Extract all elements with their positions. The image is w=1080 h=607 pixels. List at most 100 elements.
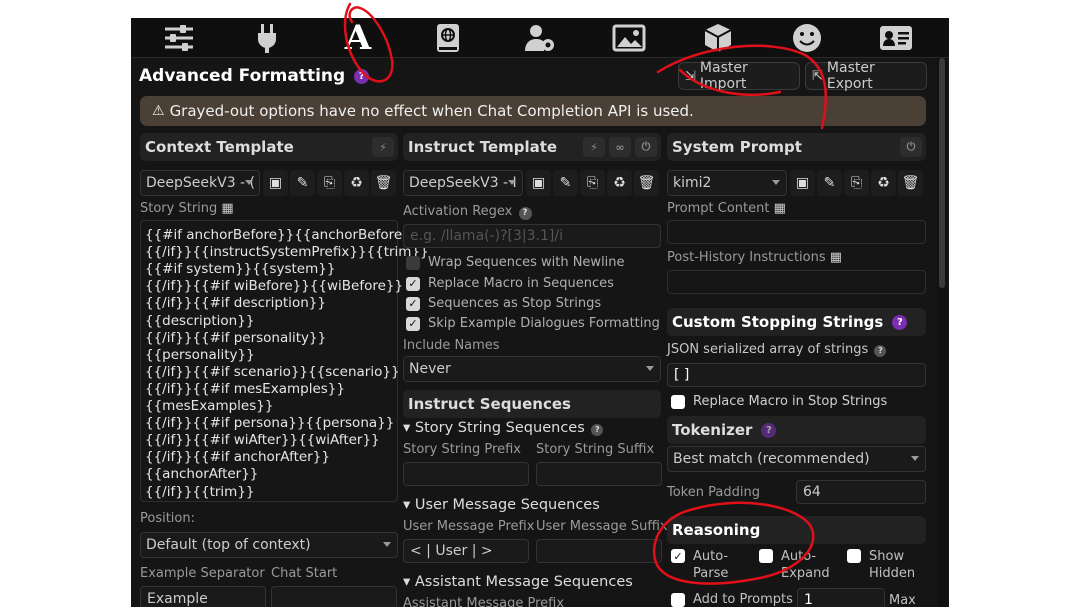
import-file-icon[interactable]: ⎘: [580, 170, 605, 196]
edit-icon[interactable]: ✎: [817, 170, 842, 196]
checkbox-label: Replace Macro in Sequences: [428, 276, 614, 291]
save-icon[interactable]: ▣: [790, 170, 815, 196]
token-padding-input[interactable]: 64: [796, 480, 926, 504]
recycle-icon[interactable]: ♻: [607, 170, 632, 196]
app-window: A Advanced Formatting ? ⇲ Master Import ⇱…: [131, 18, 949, 607]
show-hidden-checkbox[interactable]: Show Hidden: [847, 549, 915, 582]
help-icon[interactable]: ?: [761, 422, 777, 438]
activation-regex-input[interactable]: e.g. /llama(-)?[3|3.1]/i: [403, 224, 661, 248]
import-file-icon[interactable]: ⎘: [317, 170, 342, 196]
skip-examples-checkbox[interactable]: ✓ Skip Example Dialogues Formatting: [406, 316, 660, 331]
import-file-icon[interactable]: ⎘: [844, 170, 869, 196]
cube-icon[interactable]: [696, 20, 740, 56]
auto-parse-checkbox[interactable]: ✓ Auto- Parse: [671, 549, 728, 582]
checkbox-box[interactable]: [406, 255, 420, 270]
id-card-icon[interactable]: [874, 20, 918, 56]
checkbox-box[interactable]: [671, 394, 685, 409]
help-icon[interactable]: ?: [354, 68, 370, 84]
help-icon[interactable]: ?: [518, 206, 532, 220]
checkbox-box[interactable]: ✓: [406, 316, 420, 331]
save-icon[interactable]: ▣: [263, 170, 288, 196]
trash-icon[interactable]: 🗑: [371, 170, 396, 196]
checkbox-box[interactable]: [671, 592, 685, 607]
sequences-stop-checkbox[interactable]: ✓ Sequences as Stop Strings: [406, 296, 601, 311]
story-sequences-toggle[interactable]: ▾ Story String Sequences ?: [403, 420, 604, 436]
system-tools: ▣ ✎ ⎘ ♻ 🗑: [790, 170, 923, 196]
replace-macro-stop-checkbox[interactable]: Replace Macro in Stop Strings: [671, 394, 887, 409]
checkbox-box[interactable]: ✓: [406, 276, 420, 291]
checkbox-label: Wrap Sequences with Newline: [428, 255, 625, 270]
save-icon[interactable]: ▣: [526, 170, 551, 196]
replace-macro-checkbox[interactable]: ✓ Replace Macro in Sequences: [406, 276, 614, 291]
master-import-button[interactable]: ⇲ Master Import: [678, 60, 800, 92]
story-suffix-input[interactable]: [536, 462, 662, 486]
user-suffix-input[interactable]: [536, 539, 662, 563]
chat-start-input[interactable]: [271, 586, 397, 607]
story-string-line: {{/if}}{{#if scenario}}{{scenario}}: [145, 363, 400, 380]
text-format-icon[interactable]: A: [336, 18, 380, 58]
image-icon[interactable]: [607, 20, 651, 56]
plug-icon[interactable]: [245, 20, 289, 56]
user-gear-icon[interactable]: [518, 20, 562, 56]
stopping-strings-input[interactable]: [ ]: [667, 363, 926, 387]
scrollbar-thumb[interactable]: [939, 58, 945, 288]
reasoning-title: Reasoning: [672, 521, 761, 539]
checkbox-box[interactable]: [847, 549, 861, 563]
include-names-select[interactable]: Never: [403, 356, 661, 382]
add-to-prompts-checkbox[interactable]: Add to Prompts: [671, 592, 793, 607]
instruct-template-title: Instruct Template: [408, 138, 558, 156]
trash-icon[interactable]: 🗑: [898, 170, 923, 196]
warning-icon: ⚠: [152, 103, 165, 119]
assistant-sequences-toggle[interactable]: ▾ Assistant Message Sequences: [403, 574, 633, 590]
prompt-content-label: Prompt Content ▦: [667, 201, 786, 216]
trash-icon[interactable]: 🗑: [634, 170, 659, 196]
recycle-icon[interactable]: ♻: [871, 170, 896, 196]
tokenizer-select[interactable]: Best match (recommended): [667, 446, 926, 472]
activation-regex-label: Activation Regex ?: [403, 204, 532, 220]
tokenizer-title: Tokenizer: [672, 421, 753, 439]
edit-icon[interactable]: ✎: [290, 170, 315, 196]
bolt-icon[interactable]: ⚡: [583, 137, 605, 157]
help-icon[interactable]: ?: [892, 314, 908, 330]
power-icon[interactable]: ⏻: [635, 137, 657, 157]
expand-icon[interactable]: ▦: [774, 201, 786, 216]
user-prefix-input[interactable]: < | User | >: [403, 539, 529, 563]
context-preset-select[interactable]: DeepSeekV3 - (: [140, 170, 260, 196]
sliders-icon[interactable]: [157, 20, 201, 56]
expand-icon[interactable]: ▦: [221, 201, 233, 216]
position-select[interactable]: Default (top of context): [140, 532, 398, 558]
active-letter: A: [344, 18, 372, 58]
power-icon[interactable]: ⏻: [900, 137, 922, 157]
user-sequences-toggle[interactable]: ▾ User Message Sequences: [403, 497, 600, 513]
checkbox-box[interactable]: ✓: [406, 296, 420, 311]
recycle-icon[interactable]: ♻: [344, 170, 369, 196]
expand-icon[interactable]: ▦: [830, 250, 842, 265]
book-globe-icon[interactable]: [426, 20, 470, 56]
bolt-icon[interactable]: ⚡: [372, 137, 394, 157]
master-export-button[interactable]: ⇱ Master Export: [805, 60, 927, 92]
help-icon[interactable]: ?: [591, 423, 604, 436]
help-icon[interactable]: ?: [874, 344, 887, 357]
system-preset-select[interactable]: kimi2: [667, 170, 787, 196]
post-history-textarea[interactable]: [667, 270, 926, 294]
link-icon[interactable]: ∞: [609, 137, 631, 157]
checkbox-box[interactable]: [759, 549, 773, 563]
instruct-template-header: Instruct Template ⚡ ∞ ⏻: [403, 133, 661, 161]
instruct-preset-select[interactable]: DeepSeekV3 - I: [403, 170, 523, 196]
checkbox-box[interactable]: ✓: [671, 549, 685, 563]
story-string-line: {{/if}}{{#if description}}: [145, 295, 326, 312]
auto-expand-checkbox[interactable]: Auto- Expand: [759, 549, 830, 582]
story-suffix-label: Story String Suffix: [536, 442, 655, 457]
story-prefix-input[interactable]: [403, 462, 529, 486]
example-separator-input[interactable]: Example: [140, 586, 266, 607]
edit-icon[interactable]: ✎: [553, 170, 578, 196]
story-string-textarea[interactable]: {{#if anchorBefore}}{{anchorBefore}} {{/i…: [140, 220, 429, 502]
warning-banner: ⚠ Grayed-out options have no effect when…: [140, 96, 926, 126]
checkbox-label: Replace Macro in Stop Strings: [693, 394, 888, 409]
story-string-line: {{/if}}{{trim}}: [145, 483, 255, 500]
add-to-prompts-input[interactable]: 1: [797, 588, 885, 607]
import-icon: ⇲: [685, 68, 696, 84]
smiley-icon[interactable]: [785, 20, 829, 56]
wrap-sequences-checkbox[interactable]: Wrap Sequences with Newline: [406, 255, 625, 270]
prompt-content-textarea[interactable]: [667, 220, 926, 244]
